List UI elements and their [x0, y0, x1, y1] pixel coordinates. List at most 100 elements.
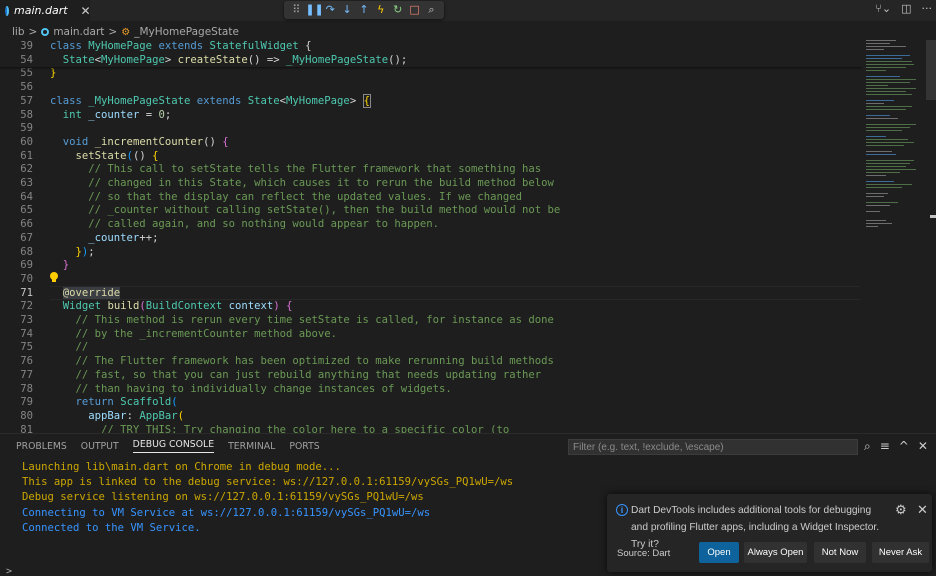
line-number: 73	[20, 314, 33, 326]
code-line[interactable]: 59	[0, 122, 862, 136]
line-number: 66	[20, 218, 33, 231]
lightbulb-icon[interactable]	[50, 272, 58, 282]
code-line[interactable]: 54 State<MyHomePage> createState() => _M…	[0, 54, 862, 68]
code-line[interactable]: 69 }	[0, 259, 862, 273]
maximize-panel-icon[interactable]: ^	[899, 439, 909, 454]
minimap-line	[866, 85, 888, 87]
breadcrumb-symbol[interactable]: _MyHomePageState	[134, 26, 239, 38]
not-now-button[interactable]: Not Now	[814, 542, 866, 563]
line-number: 63	[20, 177, 33, 189]
code-token: createState	[177, 53, 248, 66]
line-code: // fast, so that you can just rebuild an…	[50, 369, 542, 383]
step-over-icon[interactable]: ↷	[322, 3, 338, 17]
code-line[interactable]: 58 int _counter = 0;	[0, 109, 862, 123]
devtools-notification: i Dart DevTools includes additional tool…	[607, 494, 932, 572]
scrollbar-cursor-marker	[930, 215, 936, 218]
tab-ports[interactable]: PORTS	[289, 441, 319, 452]
minimap-line	[866, 124, 916, 126]
chevron-right-icon: >	[108, 26, 118, 38]
minimap-line	[866, 79, 916, 81]
open-button[interactable]: Open	[699, 542, 739, 563]
chevron-right-icon: >	[28, 26, 38, 38]
always-open-button[interactable]: Always Open	[744, 542, 807, 563]
more-actions-icon[interactable]: ···	[922, 2, 933, 15]
code-line[interactable]: 60 void _incrementCounter() {	[0, 136, 862, 150]
split-editor-icon[interactable]: ◫	[901, 2, 911, 15]
line-code: // by the _incrementCounter method above…	[50, 328, 338, 342]
line-number: 56	[20, 81, 33, 94]
code-editor[interactable]: 39 class MyHomePage extends StatefulWidge…	[0, 40, 936, 433]
step-out-icon[interactable]: ↑	[356, 3, 372, 17]
code-line[interactable]: 76 // The Flutter framework has been opt…	[0, 355, 862, 369]
minimap-line	[866, 169, 916, 171]
code-line[interactable]: 81 // TRY THIS: Try changing the color h…	[0, 424, 862, 433]
minimap-line	[866, 175, 886, 177]
code-line[interactable]: 77 // fast, so that you can just rebuild…	[0, 369, 862, 383]
code-line[interactable]: 73 // This method is rerun every time se…	[0, 314, 862, 328]
code-line[interactable]: 74 // by the _incrementCounter method ab…	[0, 328, 862, 342]
tab-terminal[interactable]: TERMINAL	[228, 441, 275, 452]
code-token: // _counter without calling setState(), …	[50, 204, 561, 217]
code-line[interactable]: 72 Widget build(BuildContext context) {	[0, 300, 862, 314]
tab-output[interactable]: OUTPUT	[81, 441, 119, 452]
restart-icon[interactable]: ↻	[390, 3, 406, 17]
never-ask-button[interactable]: Never Ask	[872, 542, 929, 563]
console-input-caret[interactable]: >	[6, 566, 12, 576]
code-line[interactable]: 70	[0, 273, 862, 287]
code-line[interactable]: 61 setState(() {	[0, 150, 862, 164]
pause-icon[interactable]: ❚❚	[305, 3, 323, 17]
code-token: ;	[88, 245, 95, 258]
line-code: void _incrementCounter() {	[50, 136, 229, 150]
code-token: _MyHomePageState	[88, 94, 191, 107]
code-line[interactable]: 80 appBar: AppBar(	[0, 410, 862, 424]
code-line[interactable]: 67 _counter++;	[0, 232, 862, 246]
widget-inspector-icon[interactable]: ⌕	[423, 3, 439, 17]
code-token: {	[298, 40, 312, 52]
code-line[interactable]: 75 //	[0, 341, 862, 355]
code-line[interactable]: 68 });	[0, 246, 862, 260]
code-token: :	[126, 409, 140, 422]
close-panel-icon[interactable]: ✕	[918, 439, 928, 454]
code-line[interactable]: 65 // _counter without calling setState(…	[0, 204, 862, 218]
code-token: ++;	[139, 231, 159, 244]
search-icon[interactable]: ⌕	[864, 439, 871, 454]
line-code: State<MyHomePage> createState() => _MyHo…	[50, 54, 407, 68]
code-token: MyHomePage	[286, 94, 350, 107]
vertical-scrollbar[interactable]	[926, 40, 936, 100]
tab-debug-console[interactable]: DEBUG CONSOLE	[132, 439, 215, 453]
code-token: >	[349, 94, 363, 107]
minimap[interactable]	[864, 40, 926, 433]
code-line[interactable]: 39 class MyHomePage extends StatefulWidge…	[0, 40, 862, 54]
line-number: 81	[20, 423, 33, 433]
tab-problems[interactable]: PROBLEMS	[16, 441, 67, 452]
clear-console-icon[interactable]: ≡	[880, 439, 890, 454]
code-token: ()	[132, 149, 153, 162]
code-line[interactable]: 63 // changed in this State, which cause…	[0, 177, 862, 191]
code-line[interactable]: 57 class _MyHomePageState extends State<M…	[0, 93, 862, 109]
breadcrumb-file[interactable]: main.dart	[53, 26, 104, 38]
code-line[interactable]: 56	[0, 81, 862, 95]
minimap-line	[866, 160, 914, 162]
step-into-icon[interactable]: ↓	[339, 3, 355, 17]
hot-reload-icon[interactable]: ϟ	[373, 3, 389, 17]
console-filter-input[interactable]	[568, 439, 858, 455]
stop-icon[interactable]: □	[407, 3, 423, 17]
code-line[interactable]: 64 // so that the display can reflect th…	[0, 191, 862, 205]
code-line[interactable]: 66 // called again, and so nothing would…	[0, 218, 862, 232]
source-control-icon[interactable]: ⑂⌄	[875, 2, 891, 15]
breadcrumb-folder[interactable]: lib	[12, 26, 25, 38]
code-line[interactable]: 79 return Scaffold(	[0, 396, 862, 410]
info-icon: i	[616, 504, 628, 516]
tab-main-dart[interactable]: main.dart ✕	[0, 0, 91, 21]
gear-icon[interactable]: ⚙	[895, 502, 907, 518]
code-line[interactable]: 78 // than having to individually change…	[0, 383, 862, 397]
code-line[interactable]: 62 // This call to setState tells the Fl…	[0, 163, 862, 177]
close-icon[interactable]: ✕	[917, 502, 928, 518]
code-token: setState	[75, 149, 127, 162]
drag-handle-icon[interactable]: ⠿	[288, 3, 304, 17]
close-icon[interactable]: ✕	[81, 4, 91, 18]
